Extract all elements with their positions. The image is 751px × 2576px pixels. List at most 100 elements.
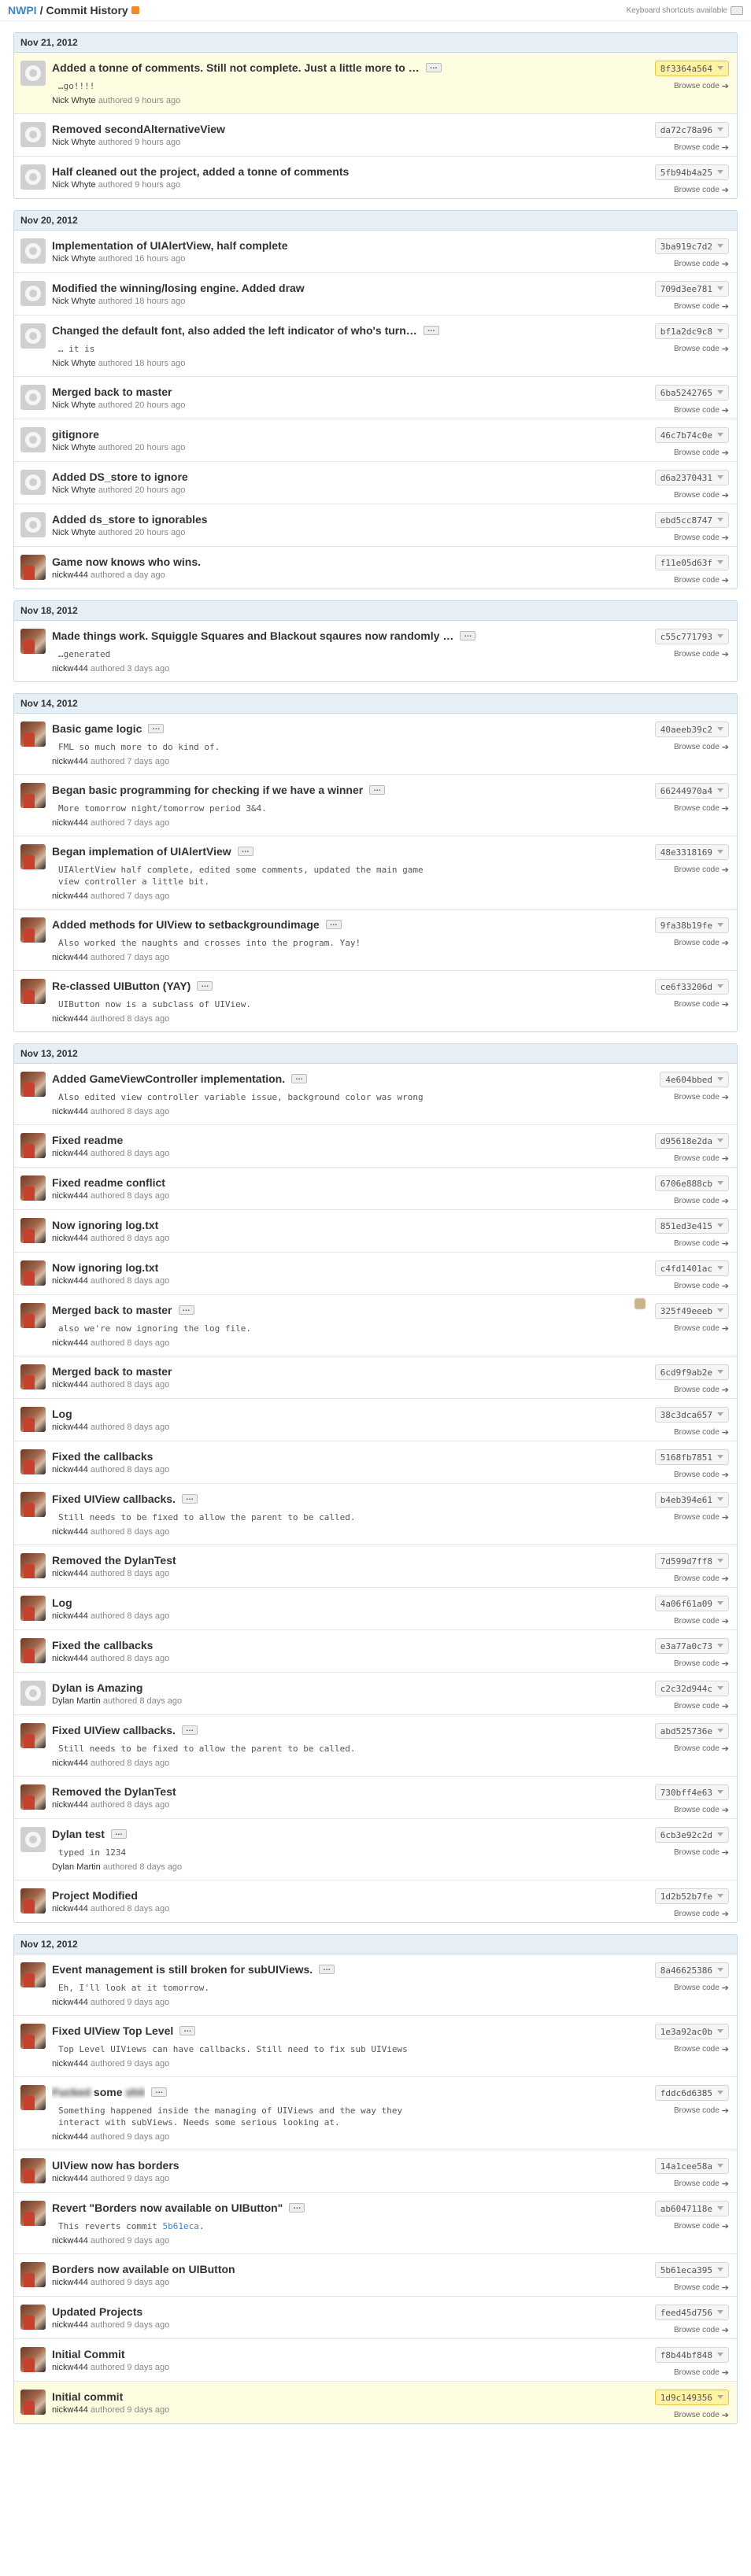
commit-sha-button[interactable]: c4fd1401ac: [654, 1260, 729, 1276]
commit-message[interactable]: Dylan test…: [52, 1827, 627, 1841]
commit-sha-button[interactable]: 8a46625386: [654, 1962, 729, 1978]
copy-sha-icon[interactable]: [717, 1893, 723, 1899]
avatar[interactable]: [20, 1364, 46, 1389]
copy-sha-icon[interactable]: [717, 1412, 723, 1418]
avatar[interactable]: [20, 1596, 46, 1621]
commit-sha-button[interactable]: 7d599d7ff8: [654, 1553, 729, 1569]
commit-message-text[interactable]: gitignore: [52, 427, 99, 441]
commit-sha-button[interactable]: 5fb94b4a25: [654, 164, 729, 180]
copy-sha-icon[interactable]: [717, 1685, 723, 1692]
commit-message[interactable]: Merged back to master: [52, 1364, 627, 1378]
commit-message-text[interactable]: Began implemation of UIAlertView: [52, 844, 231, 858]
copy-sha-icon[interactable]: [717, 1967, 723, 1973]
copy-sha-icon[interactable]: [717, 1223, 723, 1229]
commit-message-text[interactable]: Modified the winning/losing engine. Adde…: [52, 281, 305, 295]
avatar[interactable]: [20, 427, 46, 452]
commit-message-text[interactable]: Initial commit: [52, 2390, 123, 2404]
commit-author[interactable]: Nick Whyte: [52, 96, 96, 105]
commit-author[interactable]: Nick Whyte: [52, 180, 96, 190]
browse-code-link[interactable]: Browse code ➔: [674, 2105, 729, 2116]
commit-sha-button[interactable]: 5168fb7851: [654, 1449, 729, 1465]
commit-message[interactable]: Fixed the callbacks: [52, 1449, 627, 1463]
avatar[interactable]: [20, 1681, 46, 1706]
avatar[interactable]: [20, 122, 46, 147]
copy-sha-icon[interactable]: [717, 559, 723, 566]
browse-code-link[interactable]: Browse code ➔: [674, 1196, 729, 1206]
browse-code-link[interactable]: Browse code ➔: [674, 1512, 729, 1522]
commit-sha-button[interactable]: d95618e2da: [654, 1133, 729, 1149]
commit-message[interactable]: Fixed UIView Top Level…: [52, 2024, 627, 2038]
avatar[interactable]: [20, 470, 46, 495]
commit-author[interactable]: nickw444: [52, 570, 88, 580]
commit-sha-button[interactable]: 40aeeb39c2: [654, 722, 729, 737]
copy-sha-icon[interactable]: [717, 2163, 723, 2169]
expand-description-button[interactable]: …: [369, 785, 386, 795]
commit-sha-button[interactable]: fddc6d6385: [654, 2085, 729, 2101]
commit-sha-button[interactable]: feed45d756: [654, 2305, 729, 2320]
copy-sha-icon[interactable]: [717, 1832, 723, 1838]
commit-sha-button[interactable]: da72c78a96: [654, 122, 729, 138]
avatar[interactable]: [20, 2201, 46, 2226]
commit-message[interactable]: Now ignoring log.txt: [52, 1260, 627, 1275]
commit-author[interactable]: nickw444: [52, 1338, 88, 1348]
commit-sha-button[interactable]: ce6f33206d: [654, 979, 729, 995]
commit-author[interactable]: nickw444: [52, 2320, 88, 2330]
expand-description-button[interactable]: …: [178, 1305, 194, 1315]
commit-message-text[interactable]: Added methods for UIView to setbackgroun…: [52, 917, 320, 932]
expand-description-button[interactable]: …: [110, 1829, 127, 1839]
copy-sha-icon[interactable]: [717, 726, 723, 733]
commit-author[interactable]: Nick Whyte: [52, 400, 96, 410]
commit-author[interactable]: nickw444: [52, 1998, 88, 2007]
commit-sha-button[interactable]: f8b44bf848: [654, 2347, 729, 2363]
commit-author[interactable]: nickw444: [52, 1276, 88, 1286]
expand-description-button[interactable]: …: [289, 2203, 305, 2212]
browse-code-link[interactable]: Browse code ➔: [674, 1847, 729, 1858]
commit-sha-button[interactable]: ebd5cc8747: [654, 512, 729, 528]
commit-author[interactable]: nickw444: [52, 1904, 88, 1914]
commit-message[interactable]: Dylan is Amazing: [52, 1681, 627, 1695]
commit-message[interactable]: Implementation of UIAlertView, half comp…: [52, 238, 627, 253]
commit-message-text[interactable]: Merged back to master: [52, 1364, 172, 1378]
browse-code-link[interactable]: Browse code ➔: [674, 1427, 729, 1437]
commit-message-text[interactable]: Fixed UIView callbacks.: [52, 1492, 176, 1506]
commit-message-text[interactable]: Initial Commit: [52, 2347, 125, 2361]
copy-sha-icon[interactable]: [717, 2028, 723, 2035]
browse-code-link[interactable]: Browse code ➔: [674, 81, 729, 91]
commit-author[interactable]: nickw444: [52, 1800, 88, 1810]
copy-sha-icon[interactable]: [717, 65, 723, 72]
commit-message-text[interactable]: Removed the DylanTest: [52, 1784, 176, 1799]
commit-author[interactable]: nickw444: [52, 1191, 88, 1201]
commit-message-text[interactable]: Added GameViewController implementation.: [52, 1072, 285, 1086]
commit-message[interactable]: Removed secondAlternativeView: [52, 122, 627, 136]
commit-sha-button[interactable]: 709d3ee781: [654, 281, 729, 297]
browse-code-link[interactable]: Browse code ➔: [674, 185, 729, 195]
copy-sha-icon[interactable]: [717, 517, 723, 523]
commit-message-text[interactable]: Fixed the callbacks: [52, 1638, 153, 1652]
browse-code-link[interactable]: Browse code ➔: [674, 1153, 729, 1164]
commit-sha-button[interactable]: abd525736e: [654, 1723, 729, 1739]
commit-message-text[interactable]: Fixed readme conflict: [52, 1175, 165, 1190]
copy-sha-icon[interactable]: [717, 169, 723, 175]
commit-sha-button[interactable]: 5b61eca395: [654, 2262, 729, 2278]
browse-code-link[interactable]: Browse code ➔: [674, 2325, 729, 2335]
commit-sha-button[interactable]: 6ba5242765: [654, 385, 729, 400]
commit-message[interactable]: Fixed the callbacks: [52, 1638, 627, 1652]
avatar[interactable]: [20, 1260, 46, 1286]
commit-message-text[interactable]: Game now knows who wins.: [52, 555, 201, 569]
commit-message-text[interactable]: Basic game logic: [52, 722, 142, 736]
commit-message[interactable]: Fixed readme: [52, 1133, 627, 1147]
browse-code-link[interactable]: Browse code ➔: [674, 1616, 729, 1626]
commit-message[interactable]: Removed the DylanTest: [52, 1784, 627, 1799]
avatar[interactable]: [20, 238, 46, 264]
commit-message-text[interactable]: Revert "Borders now available on UIButto…: [52, 2201, 283, 2215]
expand-description-button[interactable]: …: [291, 1074, 308, 1083]
commit-message-text[interactable]: Fucked some shit: [52, 2085, 145, 2099]
avatar[interactable]: [20, 2305, 46, 2330]
commit-sha-button[interactable]: 851ed3e415: [654, 1218, 729, 1234]
commit-message[interactable]: Added a tonne of comments. Still not com…: [52, 61, 627, 75]
rss-icon[interactable]: [131, 6, 139, 14]
browse-code-link[interactable]: Browse code ➔: [674, 575, 729, 585]
commit-author[interactable]: nickw444: [52, 1380, 88, 1389]
avatar[interactable]: [20, 323, 46, 349]
browse-code-link[interactable]: Browse code ➔: [674, 1574, 729, 1584]
